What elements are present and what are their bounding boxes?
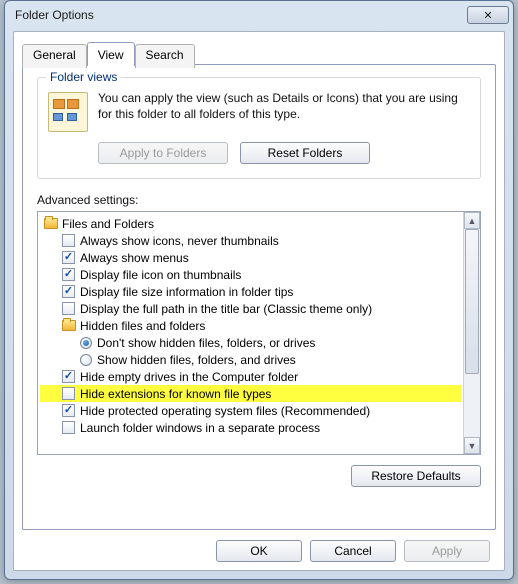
scroll-up-button[interactable]: ▲ xyxy=(464,212,480,229)
apply-to-folders-button[interactable]: Apply to Folders xyxy=(98,142,228,164)
checkbox-icon[interactable]: ✓ xyxy=(62,251,75,264)
tab-panel-view: Folder views You can apply the view (suc… xyxy=(22,64,496,530)
close-button[interactable]: ✕ xyxy=(467,6,509,24)
tabstrip: General View Search xyxy=(22,44,195,68)
window-title: Folder Options xyxy=(15,8,467,22)
option-launch-separate-process[interactable]: ✓ Launch folder windows in a separate pr… xyxy=(40,419,461,436)
folder-views-text: You can apply the view (such as Details … xyxy=(98,90,470,122)
advanced-settings-label: Advanced settings: xyxy=(37,193,481,207)
folder-views-title: Folder views xyxy=(46,70,121,84)
tree-label: Files and Folders xyxy=(62,217,154,231)
option-label: Hide empty drives in the Computer folder xyxy=(80,370,298,384)
option-always-show-menus[interactable]: ✓ Always show menus xyxy=(40,249,461,266)
tree-label: Hidden files and folders xyxy=(80,319,205,333)
option-label: Hide extensions for known file types xyxy=(80,387,271,401)
folder-views-icon xyxy=(48,92,88,132)
option-label: Hide protected operating system files (R… xyxy=(80,404,370,418)
option-label: Display the full path in the title bar (… xyxy=(80,302,372,316)
radio-icon[interactable] xyxy=(80,354,92,366)
dialog-body: General View Search Folder views You can… xyxy=(13,31,505,571)
close-icon: ✕ xyxy=(483,9,492,22)
option-always-show-icons[interactable]: ✓ Always show icons, never thumbnails xyxy=(40,232,461,249)
checkbox-icon[interactable]: ✓ xyxy=(62,370,75,383)
option-label: Always show icons, never thumbnails xyxy=(80,234,279,248)
option-file-size-in-tips[interactable]: ✓ Display file size information in folde… xyxy=(40,283,461,300)
option-label: Don't show hidden files, folders, or dri… xyxy=(97,336,315,350)
option-hide-extensions[interactable]: ✓ Hide extensions for known file types xyxy=(40,385,461,402)
tab-view[interactable]: View xyxy=(87,42,135,66)
folder-options-window: Folder Options ✕ General View Search Fol… xyxy=(4,0,514,580)
option-full-path-titlebar[interactable]: ✓ Display the full path in the title bar… xyxy=(40,300,461,317)
scroll-thumb[interactable] xyxy=(465,229,479,374)
radio-icon[interactable] xyxy=(80,337,92,349)
restore-defaults-button[interactable]: Restore Defaults xyxy=(351,465,481,487)
option-label: Display file size information in folder … xyxy=(80,285,293,299)
tab-search[interactable]: Search xyxy=(135,44,195,68)
tree-node-files-and-folders[interactable]: Files and Folders xyxy=(40,215,461,232)
tree-node-hidden-files[interactable]: Hidden files and folders xyxy=(40,317,461,334)
apply-button[interactable]: Apply xyxy=(404,540,490,562)
tree-scrollbar[interactable]: ▲ ▼ xyxy=(463,212,480,454)
option-label: Always show menus xyxy=(80,251,189,265)
folder-icon xyxy=(44,218,58,229)
checkbox-icon[interactable]: ✓ xyxy=(62,285,75,298)
advanced-settings-tree: Files and Folders ✓ Always show icons, n… xyxy=(37,211,481,455)
checkbox-icon[interactable]: ✓ xyxy=(62,421,75,434)
scroll-track[interactable] xyxy=(464,229,480,437)
option-show-hidden[interactable]: Show hidden files, folders, and drives xyxy=(40,351,461,368)
folder-views-group: Folder views You can apply the view (suc… xyxy=(37,77,481,179)
tree-viewport[interactable]: Files and Folders ✓ Always show icons, n… xyxy=(38,212,463,454)
option-label: Launch folder windows in a separate proc… xyxy=(80,421,320,435)
cancel-button[interactable]: Cancel xyxy=(310,540,396,562)
option-label: Display file icon on thumbnails xyxy=(80,268,241,282)
titlebar[interactable]: Folder Options ✕ xyxy=(5,1,513,29)
checkbox-icon[interactable]: ✓ xyxy=(62,387,75,400)
option-label: Show hidden files, folders, and drives xyxy=(97,353,296,367)
checkbox-icon[interactable]: ✓ xyxy=(62,268,75,281)
scroll-down-button[interactable]: ▼ xyxy=(464,437,480,454)
checkbox-icon[interactable]: ✓ xyxy=(62,404,75,417)
reset-folders-button[interactable]: Reset Folders xyxy=(240,142,370,164)
option-file-icon-on-thumbnails[interactable]: ✓ Display file icon on thumbnails xyxy=(40,266,461,283)
tab-general[interactable]: General xyxy=(22,44,87,68)
checkbox-icon[interactable]: ✓ xyxy=(62,302,75,315)
option-dont-show-hidden[interactable]: Don't show hidden files, folders, or dri… xyxy=(40,334,461,351)
option-hide-empty-drives[interactable]: ✓ Hide empty drives in the Computer fold… xyxy=(40,368,461,385)
dialog-button-row: OK Cancel Apply xyxy=(216,540,490,562)
ok-button[interactable]: OK xyxy=(216,540,302,562)
folder-icon xyxy=(62,320,76,331)
checkbox-icon[interactable]: ✓ xyxy=(62,234,75,247)
option-hide-protected-os-files[interactable]: ✓ Hide protected operating system files … xyxy=(40,402,461,419)
